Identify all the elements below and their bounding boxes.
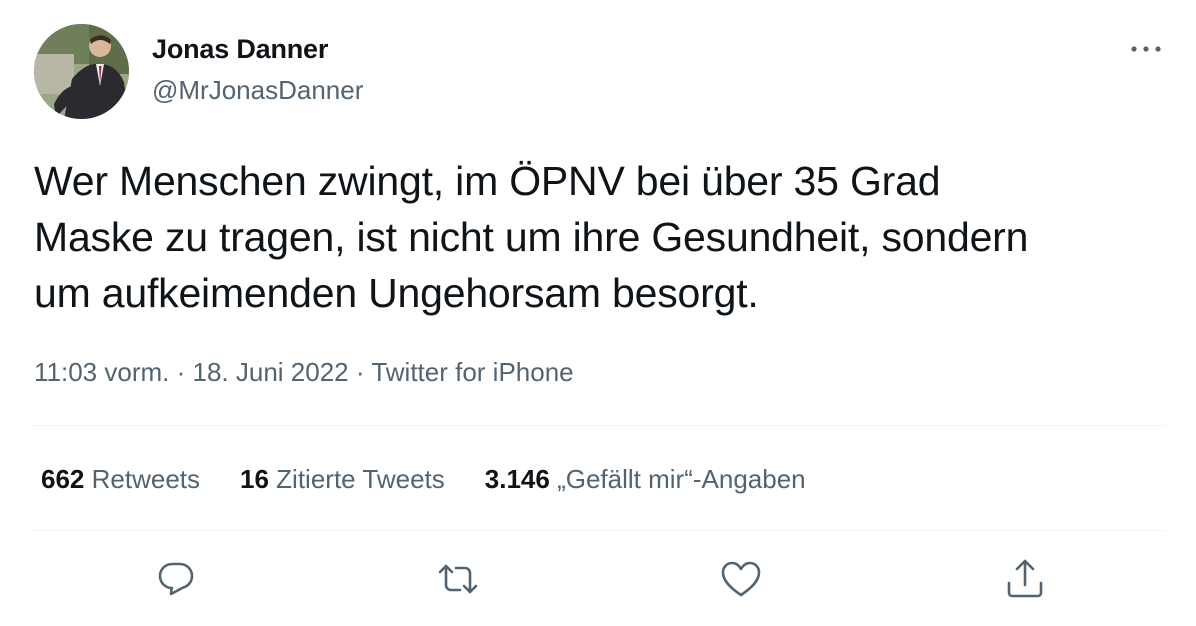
user-handle[interactable]: @MrJonasDanner [152,75,363,106]
quotes-label: Zitierte Tweets [276,464,445,494]
tweet-stats: 662 Retweets 16 Zitierte Tweets 3.146 „G… [41,464,806,495]
meta-separator: · [355,357,365,387]
share-button[interactable] [1001,555,1049,603]
tweet-text: Wer Menschen zwingt, im ÖPNV bei über 35… [34,153,1174,321]
likes-label: „Gefällt mir“-Angaben [557,464,806,494]
avatar[interactable] [34,24,129,119]
reply-button[interactable] [152,555,200,603]
quotes-count: 16 [240,464,269,494]
tweet-text-line: um aufkeimenden Ungehorsam besorgt. [34,270,759,316]
likes-stat[interactable]: 3.146 „Gefällt mir“-Angaben [485,464,806,495]
like-button[interactable] [717,555,765,603]
retweet-icon [438,564,478,594]
tweet-text-line: Maske zu tragen, ist nicht um ihre Gesun… [34,214,1029,260]
tweet-time: 11:03 vorm. [34,357,170,387]
divider [34,425,1165,426]
tweet-time-link[interactable]: 11:03 vorm. · 18. Juni 2022 [34,357,349,387]
more-options-button[interactable] [1126,38,1166,60]
tweet-actions [0,555,1196,603]
share-icon [1007,559,1043,598]
tweet-meta: 11:03 vorm. · 18. Juni 2022 · Twitter fo… [34,357,574,388]
likes-count: 3.146 [484,464,550,494]
user-name[interactable]: Jonas Danner [152,34,328,65]
reply-icon [158,562,194,596]
meta-separator: · [176,357,186,387]
heart-icon [721,561,761,597]
avatar-image [34,24,129,119]
tweet-date: 18. Juni 2022 [192,357,349,387]
quotes-stat[interactable]: 16 Zitierte Tweets [240,464,445,495]
retweets-stat[interactable]: 662 Retweets [41,464,200,495]
tweet-card: Jonas Danner @MrJonasDanner Wer Menschen… [0,0,1196,626]
retweets-count: 662 [41,464,85,494]
retweet-button[interactable] [434,555,482,603]
divider [34,530,1165,531]
more-horizontal-icon [1131,46,1161,52]
tweet-source-link[interactable]: Twitter for iPhone [371,357,573,387]
tweet-text-line: Wer Menschen zwingt, im ÖPNV bei über 35… [34,158,941,204]
retweets-label: Retweets [91,464,201,494]
